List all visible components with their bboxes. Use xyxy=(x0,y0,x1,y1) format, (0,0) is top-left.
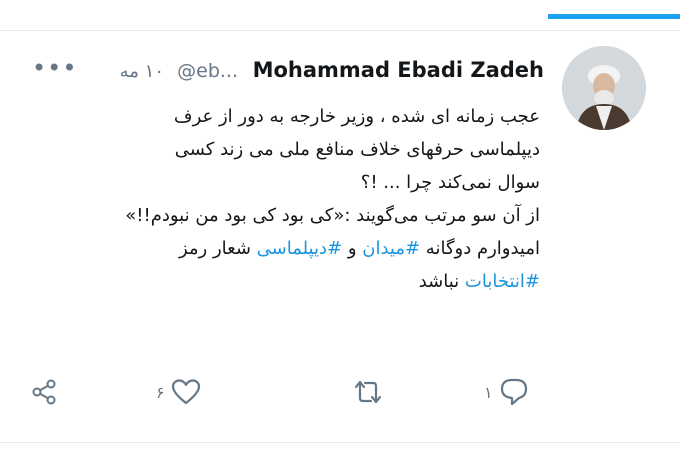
hashtag-link[interactable]: #انتخابات xyxy=(465,271,540,292)
tweet-time[interactable]: ۱۰ مه xyxy=(120,61,164,82)
avatar-image xyxy=(562,46,646,130)
tweet-text-fragment: امیدوارم دوگانه xyxy=(420,238,540,259)
tweet-line: امیدوارم دوگانه #میدان و #دیپلماسی شعار … xyxy=(40,232,540,265)
tweet-text-fragment: نباشد xyxy=(418,271,465,292)
tweet-text-fragment: و xyxy=(342,238,363,259)
tweet-text: عجب زمانه ای شده ، وزیر خارجه به دور از … xyxy=(40,100,540,298)
tweet-header: ••• ۱۰ مه @eb... Mohammad Ebadi Zadeh xyxy=(30,54,550,88)
tweet-line: دیپلماسی حرفهای خلاف منافع ملی می زند کس… xyxy=(174,139,540,160)
like-count: ۶ xyxy=(156,382,165,402)
tweet-line: سوال نمی‌کند چرا ... !؟ xyxy=(360,172,540,193)
divider xyxy=(0,30,680,31)
divider xyxy=(0,442,680,443)
heart-icon xyxy=(171,379,200,405)
author-name[interactable]: Mohammad Ebadi Zadeh xyxy=(253,58,544,82)
retweet-button[interactable] xyxy=(352,372,396,412)
tweet-actions: ۶ ۱ xyxy=(0,372,680,422)
hashtag-link[interactable]: #میدان xyxy=(362,238,420,259)
tab-indicator xyxy=(548,14,680,19)
tweet-line: عجب زمانه ای شده ، وزیر خارجه به دور از … xyxy=(173,106,540,127)
tweet-line: #انتخابات نباشد xyxy=(40,265,540,298)
reply-icon xyxy=(500,378,527,406)
tweet-text-fragment: شعار رمز xyxy=(178,238,257,259)
tweet-line: از آن سو مرتب می‌گویند :«کی بود کی بود م… xyxy=(125,205,540,226)
avatar[interactable] xyxy=(562,46,646,130)
more-options-icon[interactable]: ••• xyxy=(32,54,77,82)
share-button[interactable] xyxy=(30,372,70,412)
hashtag-link[interactable]: #دیپلماسی xyxy=(257,238,342,259)
reply-count: ۱ xyxy=(484,382,493,402)
retweet-icon xyxy=(354,380,382,404)
author-handle[interactable]: @eb... xyxy=(177,60,238,82)
reply-button[interactable]: ۱ xyxy=(478,372,529,412)
share-icon xyxy=(32,379,56,405)
like-button[interactable]: ۶ xyxy=(150,372,201,412)
